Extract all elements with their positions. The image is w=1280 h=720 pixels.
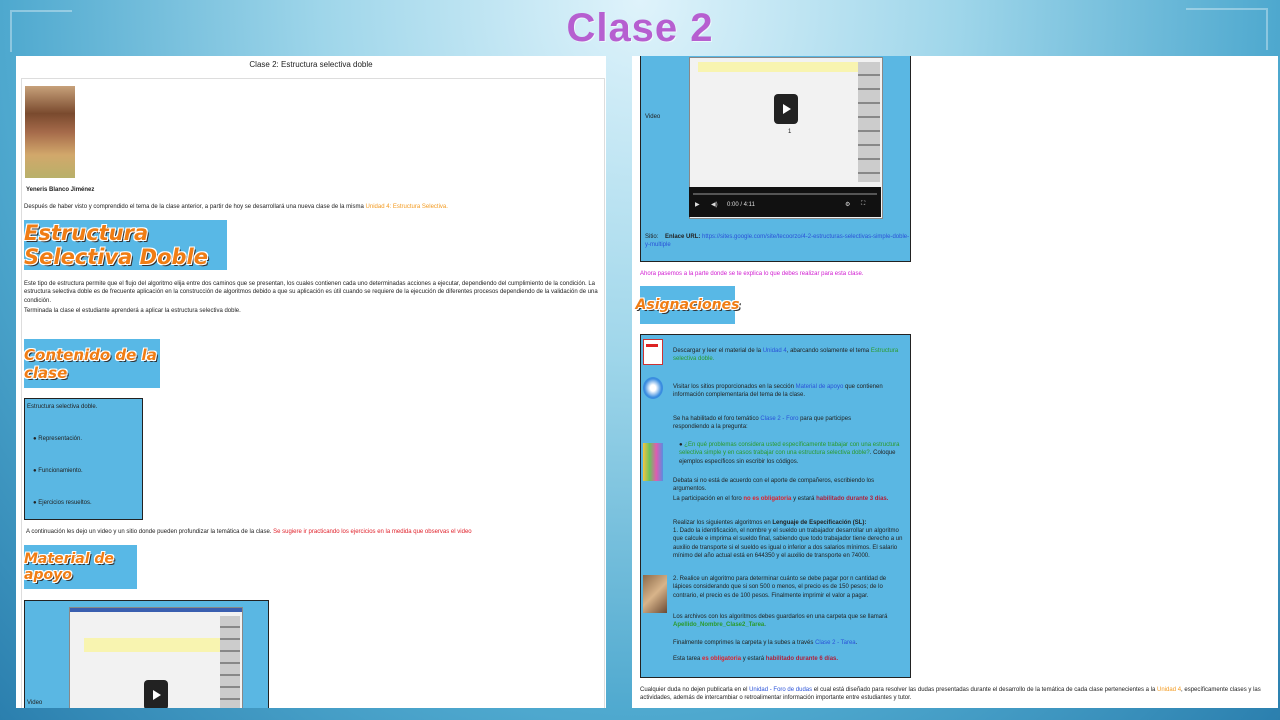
unit-link[interactable]: Unidad 4: Estructura Selectiva. <box>366 204 448 210</box>
task-mid: y estará <box>741 656 766 662</box>
editor-toolbar <box>858 62 880 182</box>
task-visit-sites: Visitar los sitios proporcionados en la … <box>673 383 907 400</box>
video-box: Video <box>24 600 269 708</box>
site-label: Sitio: <box>645 234 659 240</box>
footer-mid: el cual está diseñado para resolver las … <box>812 687 1158 693</box>
compress-prefix: Finalmente comprimes la carpeta y la sub… <box>673 640 816 646</box>
banner-asignaciones: Asignaciones <box>636 286 739 324</box>
content-item: ● Representación. <box>33 436 82 442</box>
left-page-screenshot: Clase 2: Estructura selectiva doble Yene… <box>16 56 606 708</box>
content-item-label: Funcionamiento. <box>38 468 83 474</box>
task2-prefix: Visitar los sitios proporcionados en la … <box>673 384 796 390</box>
settings-icon[interactable]: ⚙ <box>845 201 850 208</box>
volume-icon[interactable]: ◀) <box>711 201 718 208</box>
closing-text: Terminada la clase el estudiante aprende… <box>24 308 241 314</box>
fullscreen-icon[interactable]: ⛶ <box>861 201 865 208</box>
content-item-label: Ejercicios resueltos. <box>38 500 92 506</box>
doubts-forum-link[interactable]: Unidad - Foro de dudas <box>749 687 812 693</box>
footer-text: Cualquier duda no dejen publicarla en el… <box>640 686 1274 703</box>
content-box-title: Estructura selectiva doble. <box>27 404 98 410</box>
banner-contenido-clase: Contenido de la clase <box>24 339 160 388</box>
video-intro-text: A continuación les dejo un video y un si… <box>26 528 601 536</box>
files-text: Los archivos con los algoritmos debes gu… <box>673 614 888 629</box>
task-bold1: es obligatoria <box>702 656 742 662</box>
forum-link[interactable]: Clase 2 - Foro <box>760 416 798 422</box>
banner-estructura-selectiva-doble: Estructura Selectiva Doble <box>24 220 227 270</box>
algorithm-2: 2. Realice un algoritmo para determinar … <box>673 576 887 599</box>
forum-text: Se ha habilitado el foro temático Clase … <box>673 415 887 432</box>
video-thumbnail[interactable] <box>69 607 243 708</box>
content-box: Estructura selectiva doble. ● Representa… <box>24 398 143 520</box>
code-highlight <box>84 638 224 652</box>
video-counter: 1 <box>788 129 792 135</box>
play-button-icon[interactable] <box>774 94 798 124</box>
pdf-icon <box>643 339 663 365</box>
debate-text: Debata si no está de acuerdo con el apor… <box>673 478 875 493</box>
video-time: 0:00 / 4:11 <box>727 202 755 208</box>
pdf-icon-band <box>646 344 658 347</box>
author-photo <box>25 86 75 178</box>
algo-prefix: Realizar los siguientes algoritmos en <box>673 520 773 526</box>
task-download: Descargar y leer el material de la Unida… <box>673 347 903 364</box>
participation-prefix: La participación en el foro <box>673 496 744 502</box>
description-text: Este tipo de estructura permite que el f… <box>24 281 598 304</box>
compress-text: Finalmente comprimes la carpeta y la sub… <box>673 640 858 646</box>
people-icon <box>643 443 663 481</box>
video-intro: A continuación les dejo un video y un si… <box>26 529 272 535</box>
browser-icon <box>643 377 663 399</box>
participation-text: La participación en el foro no es obliga… <box>673 495 903 503</box>
editor-toolbar <box>220 616 240 708</box>
video-hint: Se sugiere ir practicando los ejercicios… <box>273 529 472 535</box>
algo-bold: Lenguaje de Especificación (SL): <box>772 520 867 526</box>
task-link[interactable]: Clase 2 - Tarea <box>815 640 856 646</box>
participation-bold2: habilitado durante 3 días. <box>816 496 889 502</box>
video-site-box: 1 ▶ ◀) 0:00 / 4:11 ⚙ ⛶ Video Sitio: Enla… <box>640 56 911 262</box>
algorithm-1: 1. Dado la identificación, el nombre y e… <box>673 528 903 560</box>
video-label: Video <box>645 114 661 120</box>
participation-mid: y estará <box>791 496 817 502</box>
task-prefix: Esta tarea <box>673 656 703 662</box>
window-titlebar <box>70 608 242 612</box>
intro-prefix: Después de haber visto y comprendido el … <box>24 204 366 210</box>
files-prefix: Los archivos con los algoritmos debes gu… <box>673 614 888 620</box>
right-page-screenshot: 1 ▶ ◀) 0:00 / 4:11 ⚙ ⛶ Video Sitio: Enla… <box>632 56 1278 708</box>
video-label: Video <box>27 700 43 706</box>
task-bold2: habilitado durante 6 días. <box>765 656 839 662</box>
question-text: ¿En qué problemas considera usted especí… <box>679 442 900 457</box>
task1-prefix: Descargar y leer el material de la <box>673 348 763 354</box>
task-requirement: Esta tarea es obligatoria y estará habil… <box>673 655 903 663</box>
support-material-link[interactable]: Material de apoyo <box>796 384 844 390</box>
forum-prefix: Se ha habilitado el foro temático <box>673 416 761 422</box>
slide-title: Clase 2 <box>566 6 714 50</box>
transition-text: Ahora pasemos a la parte donde se te exp… <box>640 271 864 277</box>
banner-material-apoyo: Material de apoyo <box>24 545 137 589</box>
video-controls: ▶ ◀) 0:00 / 4:11 ⚙ ⛶ <box>689 187 881 217</box>
forum-question: ● ¿En qué problemas considera usted espe… <box>679 442 900 465</box>
content-item-label: Representación. <box>38 436 82 442</box>
play-icon[interactable]: ▶ <box>695 201 700 208</box>
footer-prefix: Cualquier duda no dejen publicarla en el <box>640 687 750 693</box>
code-highlight <box>698 62 858 72</box>
writing-icon <box>643 575 667 613</box>
progress-track[interactable] <box>693 193 877 195</box>
content-item: ● Ejercicios resueltos. <box>33 500 92 506</box>
page-title: Clase 2: Estructura selectiva doble <box>249 60 373 69</box>
unit4-link[interactable]: Unidad 4 <box>763 348 787 354</box>
author-name: Yeneris Blanco Jiménez <box>26 187 95 193</box>
task1-mid: , abarcando solamente el tema <box>786 348 871 354</box>
participation-bold1: no es obligatoria <box>743 496 792 502</box>
files-name: Apellido_Nombre_Clase2_Tarea <box>673 622 765 629</box>
site-line: Sitio: Enlace URL: https://sites.google.… <box>645 233 910 250</box>
intro-text: Después de haber visto y comprendido el … <box>24 203 594 211</box>
assignments-box: Descargar y leer el material de la Unida… <box>640 334 911 678</box>
unit4-footer-link[interactable]: Unidad 4 <box>1157 687 1181 693</box>
content-item: ● Funcionamiento. <box>33 468 83 474</box>
site-link-label: Enlace URL: <box>665 234 701 240</box>
play-button-icon[interactable] <box>144 680 168 708</box>
